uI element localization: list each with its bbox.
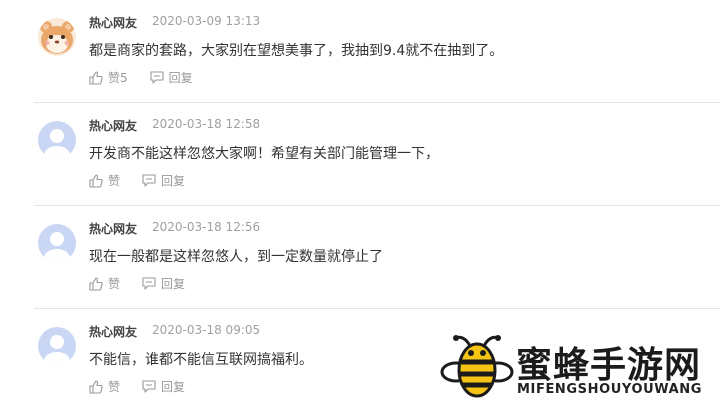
reply-button[interactable]: 回复: [142, 172, 185, 189]
avatar[interactable]: [38, 18, 76, 56]
avatar[interactable]: [38, 121, 76, 159]
watermark: 蜜蜂手游网 MIFENGSHOUYOUWANG: [437, 328, 727, 404]
reply-label: 回复: [161, 380, 186, 394]
like-button[interactable]: 赞5: [89, 69, 128, 86]
comment-item: 热心网友 2020-03-09 13:13 都是商家的套路，大家别在望想美事了，…: [0, 0, 727, 103]
watermark-subtitle: MIFENGSHOUYOUWANG: [517, 382, 703, 397]
comment-actions: 赞5 回复: [89, 69, 215, 86]
reply-label: 回复: [168, 71, 193, 85]
timestamp: 2020-03-18 12:58: [152, 117, 261, 131]
bee-logo-icon: [440, 334, 514, 400]
avatar[interactable]: [38, 327, 76, 365]
reply-button[interactable]: 回复: [142, 378, 185, 395]
like-label: 赞: [108, 380, 121, 394]
like-label: 赞: [108, 277, 121, 291]
comment-item: 热心网友 2020-03-18 12:58 开发商不能这样忽悠大家啊！希望有关部…: [0, 103, 727, 206]
reply-button[interactable]: 回复: [150, 69, 193, 86]
thumbs-up-icon: [89, 379, 103, 394]
reply-label: 回复: [161, 174, 186, 188]
username[interactable]: 热心网友: [89, 117, 137, 134]
thumbs-up-icon: [89, 276, 103, 291]
comment-text: 开发商不能这样忽悠大家啊！希望有关部门能管理一下，: [89, 146, 439, 162]
username[interactable]: 热心网友: [89, 14, 137, 31]
comment-bubble-icon: [142, 277, 156, 290]
comment-bubble-icon: [142, 380, 156, 393]
comment-text: 都是商家的套路，大家别在望想美事了，我抽到9.4就不在抽到了。: [89, 43, 504, 59]
comment-bubble-icon: [142, 174, 156, 187]
comment-actions: 赞 回复: [89, 275, 207, 292]
comment-item: 热心网友 2020-03-18 12:56 现在一般都是这样忽悠人，到一定数量就…: [0, 206, 727, 309]
reply-label: 回复: [161, 277, 186, 291]
like-label: 赞5: [108, 71, 128, 85]
watermark-title: 蜜蜂手游网: [516, 345, 702, 386]
comment-bubble-icon: [150, 71, 164, 84]
timestamp: 2020-03-18 12:56: [152, 220, 261, 234]
like-button[interactable]: 赞: [89, 378, 120, 395]
reply-button[interactable]: 回复: [142, 275, 185, 292]
comment-text: 不能信，谁都不能信互联网搞福利。: [89, 352, 313, 368]
like-button[interactable]: 赞: [89, 275, 120, 292]
comment-actions: 赞 回复: [89, 172, 207, 189]
default-user-avatar-icon: [38, 224, 76, 262]
thumbs-up-icon: [89, 173, 103, 188]
default-user-avatar-icon: [38, 121, 76, 159]
username[interactable]: 热心网友: [89, 323, 137, 340]
like-button[interactable]: 赞: [89, 172, 120, 189]
thumbs-up-icon: [89, 70, 103, 85]
hamster-avatar-icon: [38, 18, 76, 56]
username[interactable]: 热心网友: [89, 220, 137, 237]
timestamp: 2020-03-09 13:13: [152, 14, 261, 28]
default-user-avatar-icon: [38, 327, 76, 365]
timestamp: 2020-03-18 09:05: [152, 323, 261, 337]
like-label: 赞: [108, 174, 121, 188]
comment-actions: 赞 回复: [89, 378, 207, 395]
avatar[interactable]: [38, 224, 76, 262]
comment-text: 现在一般都是这样忽悠人，到一定数量就停止了: [89, 249, 383, 265]
